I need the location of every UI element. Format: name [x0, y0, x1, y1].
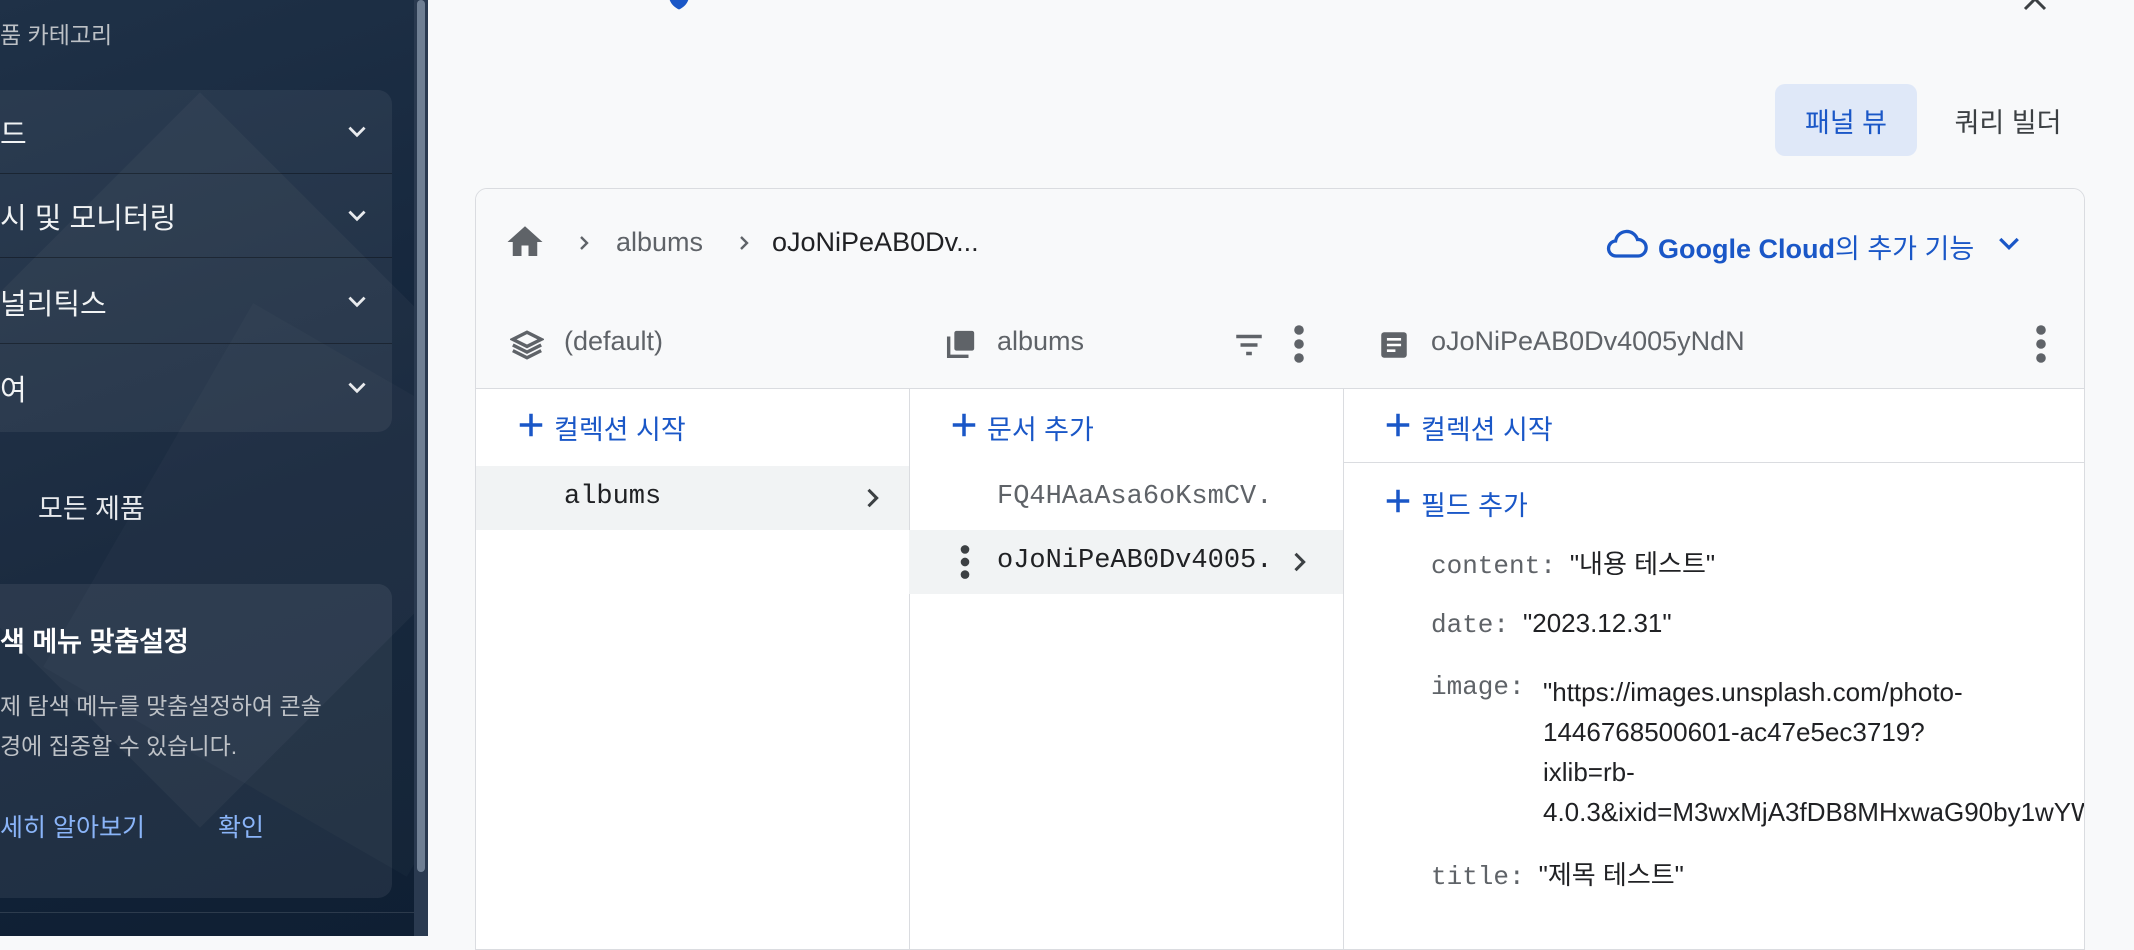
- add-document-label: 문서 추가: [987, 415, 1094, 445]
- start-collection-label: 컬렉션 시작: [1421, 415, 1553, 445]
- breadcrumb-document[interactable]: oJoNiPeAB0Dv...: [772, 227, 979, 258]
- divider: [0, 912, 414, 913]
- field-title[interactable]: title: "제목 테스트": [1431, 855, 1684, 892]
- field-value: "내용 테스트": [1569, 549, 1716, 579]
- field-key: date:: [1431, 610, 1510, 640]
- card-body-line: 제 탐색 메뉴를 맞춤설정하여 콘솔: [0, 693, 322, 719]
- scrollbar-thumb[interactable]: [417, 0, 425, 872]
- field-value-line: ixlib=rb-: [1543, 757, 1635, 787]
- list-item[interactable]: oJoNiPeAB0Dv4005...: [909, 530, 1343, 594]
- sidebar-category-label: 품 카테고리: [0, 22, 113, 48]
- filter-icon[interactable]: [1231, 328, 1267, 362]
- plus-icon: [1386, 413, 1410, 437]
- field-value: "https://images.unsplash.com/photo- 1446…: [1543, 672, 2084, 832]
- chevron-right-icon: [1294, 552, 1306, 572]
- document-icon: [1381, 332, 1407, 358]
- list-item[interactable]: FQ4HAaAsa6oKsmCV...: [909, 466, 1343, 530]
- firestore-data-panel: albums oJoNiPeAB0Dv... Google Cloud의 추가 …: [475, 188, 2085, 950]
- root-column: (default) 컬렉션 시작 albums: [476, 300, 910, 949]
- plus-icon: [1386, 489, 1410, 513]
- confirm-button[interactable]: 확인: [218, 808, 264, 844]
- sidebar-item-label: 드: [0, 118, 27, 151]
- chevron-right-icon: [867, 488, 879, 508]
- start-collection-label: 컬렉션 시작: [554, 415, 686, 445]
- sidebar-item-build[interactable]: 드: [0, 90, 392, 174]
- sidebar-item-label: 시 및 모니터링: [0, 202, 177, 235]
- card-body: 제 탐색 메뉴를 맞춤설정하여 콘솔 경에 집중할 수 있습니다.: [0, 686, 380, 766]
- add-field-label: 필드 추가: [1421, 491, 1528, 521]
- breadcrumb-albums[interactable]: albums: [616, 227, 703, 258]
- chevron-down-icon: [348, 126, 366, 137]
- chevron-down-icon[interactable]: [1994, 229, 2024, 259]
- chevron-right-icon: [580, 236, 589, 250]
- panel-view-button[interactable]: 패널 뷰: [1775, 84, 1917, 156]
- breadcrumb: albums oJoNiPeAB0Dv... Google Cloud의 추가 …: [476, 189, 2084, 301]
- collection-column: albums 문서 추가 FQ4HAaAsa6oKsmCV... oJoNiPe…: [909, 300, 1344, 949]
- plus-icon: [519, 413, 543, 437]
- sidebar: 품 카테고리 드 시 및 모니터링 널리틱스 여 모든 제품 색 메뉴 맞춤설정…: [0, 0, 414, 936]
- sidebar-item-engage[interactable]: 여: [0, 346, 392, 430]
- more-vert-icon[interactable]: [959, 544, 971, 580]
- start-collection-button[interactable]: 컬렉션 시작: [476, 388, 909, 462]
- column-title: oJoNiPeAB0Dv4005yNdN: [1431, 326, 1745, 356]
- cloud-icon: [1606, 229, 1648, 258]
- column-title: (default): [564, 326, 664, 356]
- field-date[interactable]: date: "2023.12.31": [1431, 608, 1672, 640]
- sidebar-category-group: 드 시 및 모니터링 널리틱스 여: [0, 90, 392, 432]
- shield-icon: [669, 0, 689, 10]
- google-cloud-features[interactable]: Google Cloud의 추가 기능: [1658, 227, 1974, 266]
- main-content: 패널 뷰 쿼리 빌더 albums oJoNiPeAB0Dv... Google…: [428, 0, 2134, 950]
- field-value-line: 1446768500601-ac47e5ec3719?: [1543, 717, 1925, 747]
- chevron-down-icon: [348, 210, 366, 221]
- customize-nav-card: 색 메뉴 맞춤설정 제 탐색 메뉴를 맞춤설정하여 콘솔 경에 집중할 수 있습…: [0, 584, 392, 898]
- document-id: FQ4HAaAsa6oKsmCV...: [997, 482, 1277, 512]
- list-item[interactable]: albums: [476, 466, 909, 530]
- card-body-line: 경에 집중할 수 있습니다.: [0, 733, 238, 759]
- more-vert-icon[interactable]: [2035, 324, 2047, 364]
- field-value: "제목 테스트": [1538, 860, 1684, 890]
- column-header: (default): [476, 300, 909, 389]
- sidebar-item-label: 여: [0, 375, 27, 407]
- plus-icon: [952, 413, 976, 437]
- sidebar-all-products[interactable]: 모든 제품: [38, 487, 145, 526]
- field-value-line: "https://images.unsplash.com/photo-: [1543, 677, 1963, 707]
- add-document-button[interactable]: 문서 추가: [909, 388, 1343, 462]
- field-key: title:: [1431, 862, 1525, 892]
- google-cloud-label: Google Cloud: [1658, 234, 1835, 264]
- google-cloud-suffix: 의 추가 기능: [1834, 234, 1975, 264]
- sidebar-scrollbar[interactable]: [414, 0, 428, 936]
- field-value: "2023.12.31": [1523, 608, 1672, 638]
- collection-icon: [946, 330, 975, 359]
- column-header: albums: [909, 300, 1343, 389]
- start-subcollection-button[interactable]: 컬렉션 시작: [1343, 388, 2084, 463]
- chevron-right-icon: [740, 236, 749, 250]
- document-column: oJoNiPeAB0Dv4005yNdN 컬렉션 시작 필드 추가 conten…: [1343, 300, 2084, 949]
- field-value-line: 4.0.3&ixid=M3wxMjA3fDB8MHxwaG90by1wYWdlf…: [1543, 797, 2084, 827]
- document-id: oJoNiPeAB0Dv4005...: [997, 546, 1277, 576]
- sidebar-item-release-monitor[interactable]: 시 및 모니터링: [0, 174, 392, 258]
- column-header: oJoNiPeAB0Dv4005yNdN: [1343, 300, 2084, 389]
- database-layers-icon: [510, 330, 544, 360]
- sidebar-item-label: 널리틱스: [0, 288, 107, 321]
- chevron-down-icon: [348, 382, 366, 394]
- query-builder-button[interactable]: 쿼리 빌더: [1937, 84, 2079, 156]
- field-key: content:: [1431, 551, 1556, 581]
- add-field-button[interactable]: 필드 추가: [1343, 464, 2084, 538]
- chevron-down-icon: [348, 296, 366, 307]
- learn-more-link[interactable]: 세히 알아보기: [0, 808, 145, 844]
- card-title: 색 메뉴 맞춤설정: [0, 627, 189, 657]
- sidebar-item-analytics[interactable]: 널리틱스: [0, 260, 392, 344]
- more-vert-icon[interactable]: [1293, 324, 1305, 364]
- collection-name: albums: [564, 482, 662, 512]
- field-image[interactable]: image: "https://images.unsplash.com/phot…: [1431, 672, 2084, 832]
- expand-icon[interactable]: [2020, 0, 2050, 14]
- home-icon[interactable]: [504, 221, 546, 263]
- column-title: albums: [997, 326, 1085, 356]
- field-content[interactable]: content: "내용 테스트": [1431, 544, 1715, 581]
- field-key: image:: [1431, 672, 1525, 702]
